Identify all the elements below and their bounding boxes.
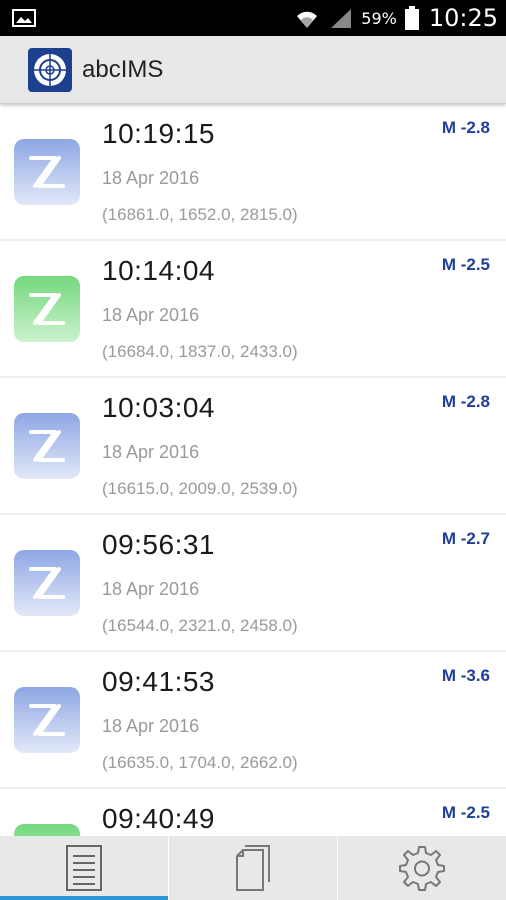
event-row[interactable]: 10:14:04 18 Apr 2016 (16684.0, 1837.0, 243… bbox=[0, 241, 506, 378]
battery-icon bbox=[404, 6, 419, 30]
event-coordinates: (16861.0, 1652.0, 2815.0) bbox=[102, 205, 298, 224]
event-magnitude: M -2.8 bbox=[441, 118, 490, 137]
copy-pages-icon bbox=[236, 845, 270, 891]
list-document-icon bbox=[66, 845, 102, 891]
event-time: 10:19:15 bbox=[102, 118, 215, 149]
event-z-icon bbox=[14, 276, 80, 342]
event-magnitude: M -2.5 bbox=[441, 255, 490, 274]
event-date: 18 Apr 2016 bbox=[102, 305, 200, 325]
event-row[interactable]: 10:03:04 18 Apr 2016 (16615.0, 2009.0, 253… bbox=[0, 378, 506, 515]
event-magnitude: M -2.8 bbox=[441, 392, 490, 411]
event-date: 18 Apr 2016 bbox=[102, 579, 200, 599]
event-z-icon bbox=[14, 550, 80, 616]
event-date: 18 Apr 2016 bbox=[102, 168, 200, 188]
event-time: 10:14:04 bbox=[102, 255, 215, 286]
image-notification-icon bbox=[12, 9, 36, 27]
event-z-icon bbox=[14, 139, 80, 205]
event-time: 09:41:53 bbox=[102, 666, 215, 697]
event-coordinates: (16615.0, 2009.0, 2539.0) bbox=[102, 479, 298, 498]
event-magnitude: M -2.7 bbox=[441, 529, 490, 548]
event-coordinates: (16635.0, 1704.0, 2662.0) bbox=[102, 753, 298, 772]
event-date: 18 Apr 2016 bbox=[102, 442, 200, 462]
tab-list[interactable] bbox=[0, 836, 169, 900]
event-row[interactable]: 09:41:53 18 Apr 2016 (16635.0, 1704.0, 266… bbox=[0, 652, 506, 789]
event-z-icon bbox=[14, 824, 80, 836]
event-time: 09:56:31 bbox=[102, 529, 215, 560]
gear-icon bbox=[399, 846, 445, 891]
cell-signal-icon bbox=[331, 9, 352, 28]
event-row[interactable]: 09:56:31 18 Apr 2016 (16544.0, 2321.0, 245… bbox=[0, 515, 506, 652]
event-magnitude: M -3.6 bbox=[441, 666, 490, 685]
bottom-tab-bar bbox=[0, 836, 506, 900]
status-bar: 59% 10:25 bbox=[0, 0, 506, 36]
status-time: 10:25 bbox=[428, 4, 498, 32]
battery-percent: 59% bbox=[361, 8, 397, 28]
event-time: 09:40:49 bbox=[102, 803, 215, 834]
app-bar: abcIMS bbox=[0, 36, 506, 104]
event-row[interactable]: 10:19:15 18 Apr 2016 (16861.0, 1652.0, 281… bbox=[0, 104, 506, 241]
crosshair-target-icon[interactable] bbox=[28, 48, 72, 92]
event-time: 10:03:04 bbox=[102, 392, 215, 423]
selected-tab-indicator bbox=[0, 896, 168, 900]
event-row[interactable]: 09:40:49 M -2.5 bbox=[0, 789, 506, 836]
app-title: abcIMS bbox=[82, 56, 164, 83]
tab-settings[interactable] bbox=[338, 836, 506, 900]
event-magnitude: M -2.5 bbox=[441, 803, 490, 822]
event-list[interactable]: 10:19:15 18 Apr 2016 (16861.0, 1652.0, 281… bbox=[0, 104, 506, 836]
event-coordinates: (16684.0, 1837.0, 2433.0) bbox=[102, 342, 298, 361]
wifi-icon bbox=[297, 11, 318, 28]
event-date: 18 Apr 2016 bbox=[102, 716, 200, 736]
event-z-icon bbox=[14, 413, 80, 479]
tab-pages[interactable] bbox=[169, 836, 338, 900]
event-z-icon bbox=[14, 687, 80, 753]
event-coordinates: (16544.0, 2321.0, 2458.0) bbox=[102, 616, 298, 635]
